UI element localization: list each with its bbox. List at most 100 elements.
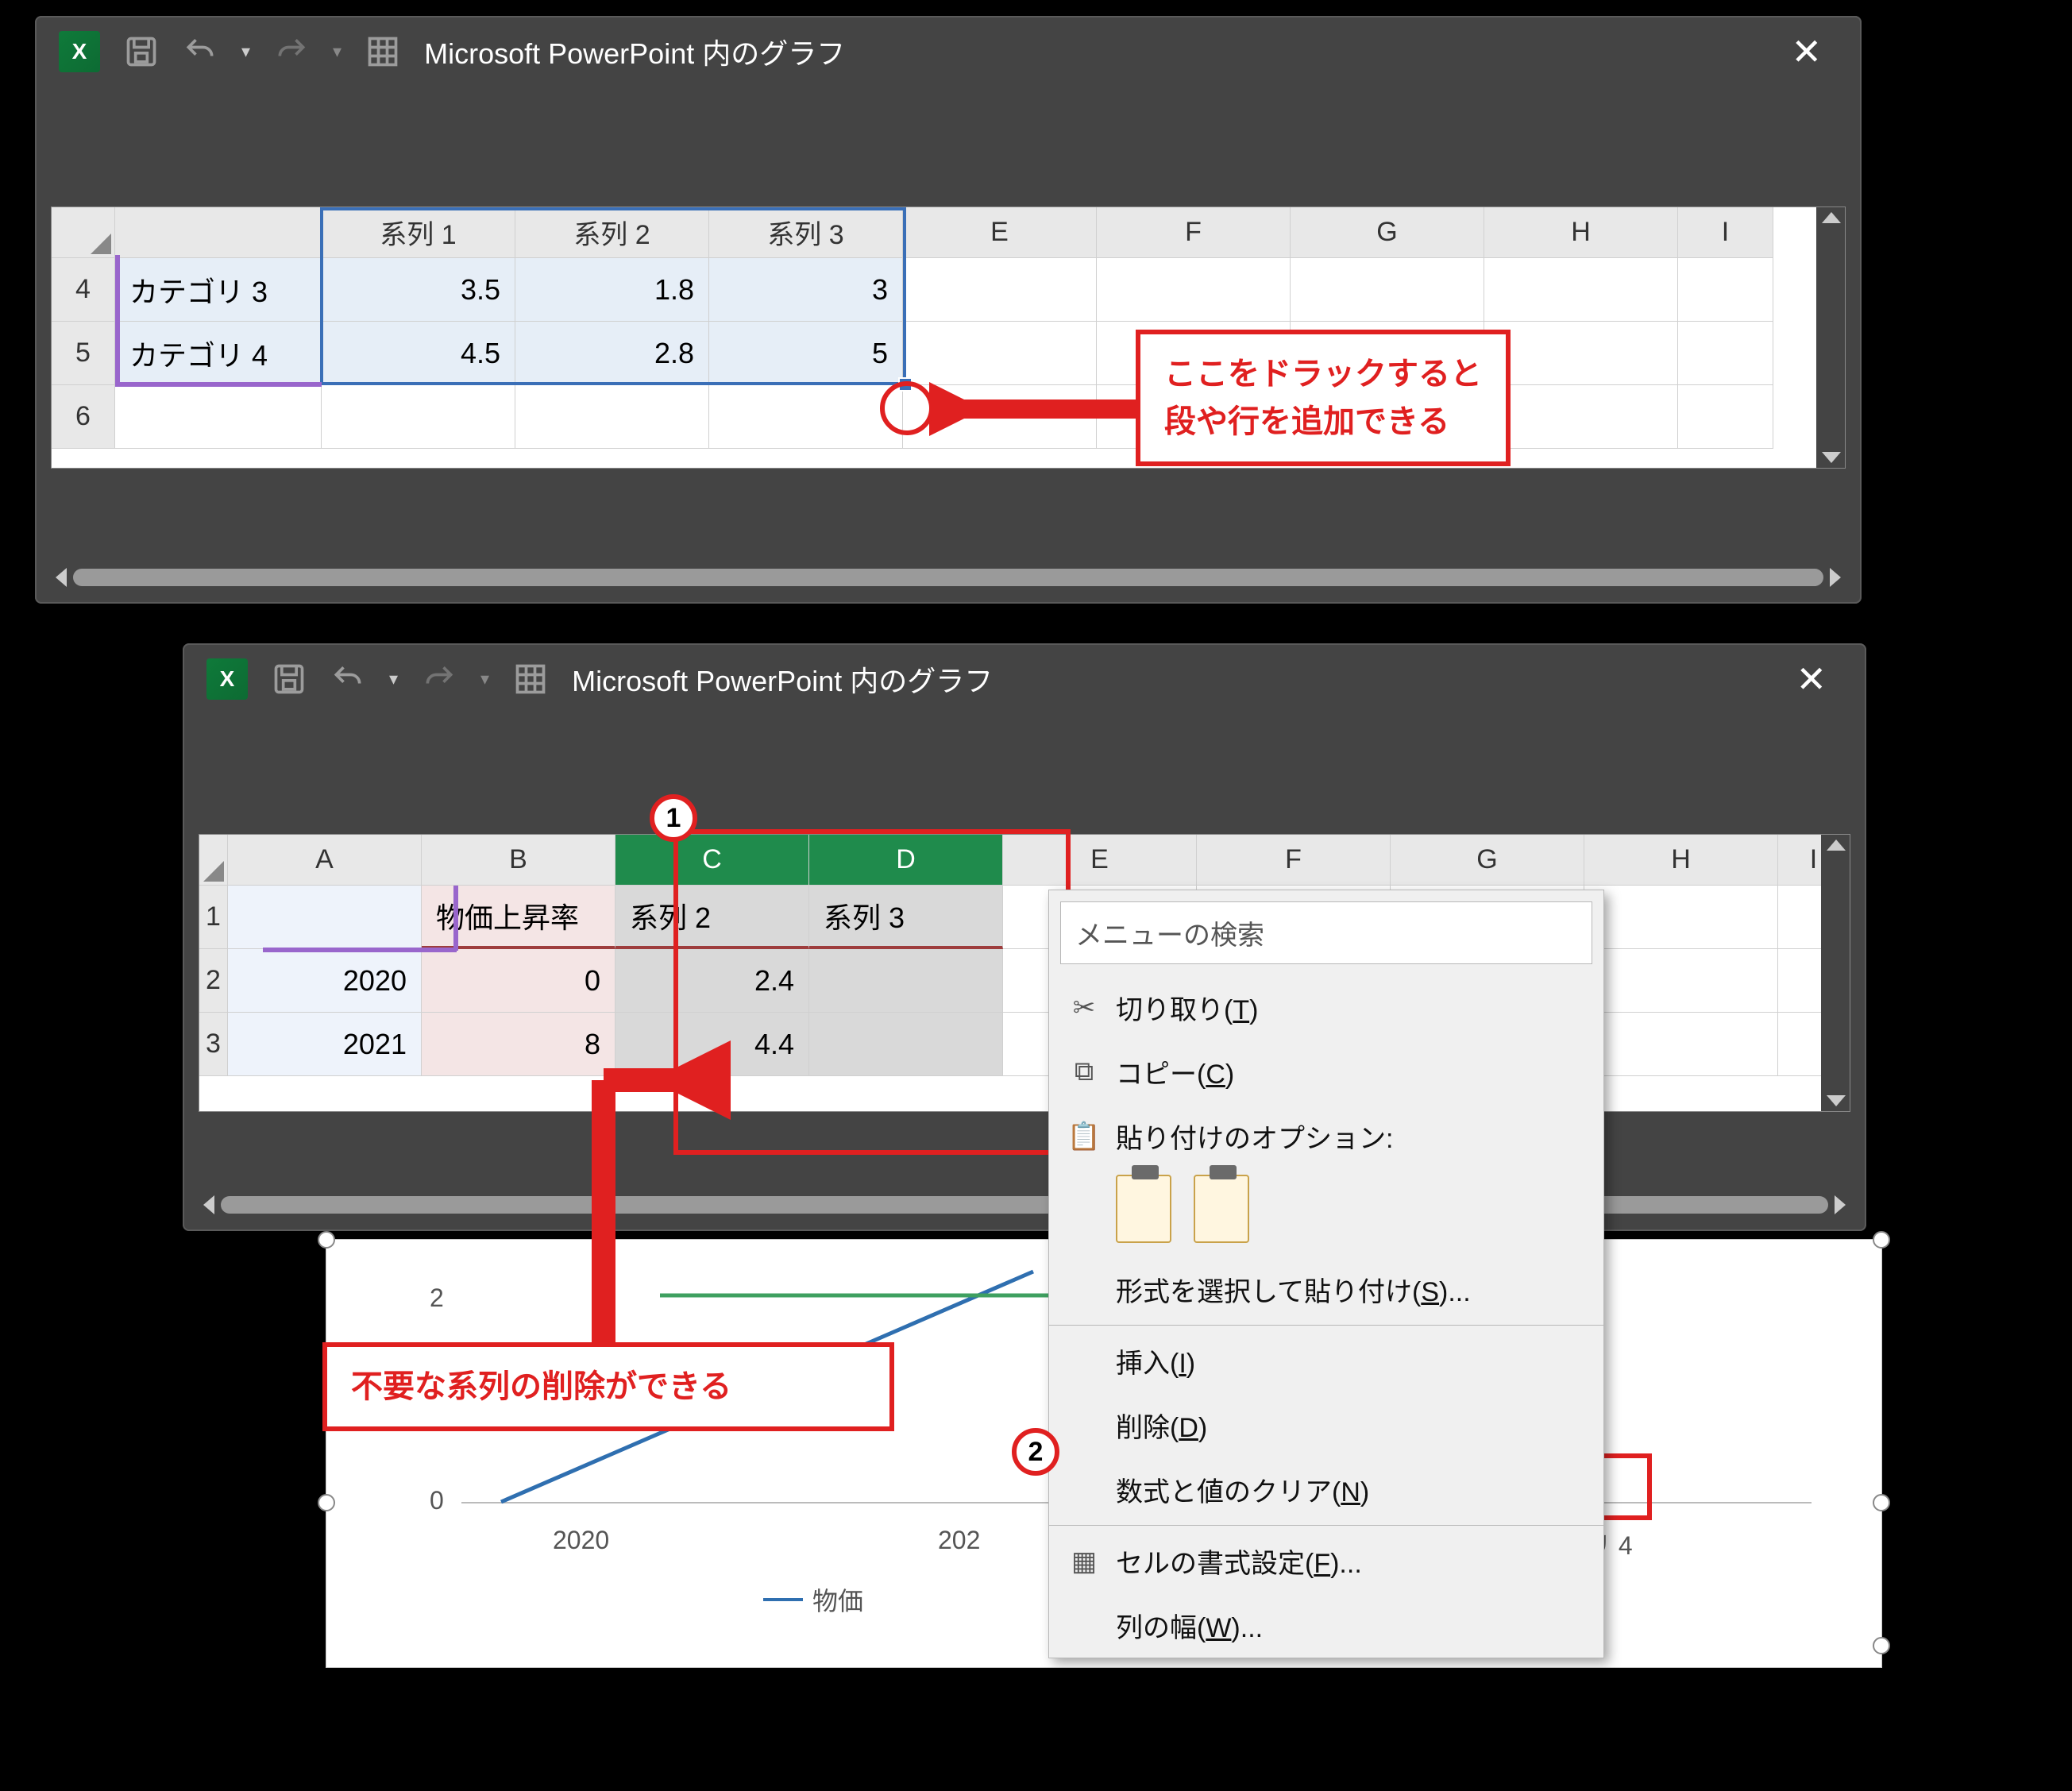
cell[interactable] (1584, 949, 1778, 1013)
redo-icon[interactable] (422, 662, 457, 697)
scroll-up-icon[interactable] (1827, 840, 1846, 851)
scroll-up-icon[interactable] (1822, 212, 1841, 223)
callout-line: 段や行を追加できる (1164, 404, 1449, 439)
save-icon[interactable] (124, 34, 159, 69)
cell-category[interactable]: カテゴリ 3 (115, 258, 322, 322)
window-title: Microsoft PowerPoint 内のグラフ (424, 31, 845, 72)
cell[interactable] (1097, 258, 1291, 322)
cell[interactable]: 物価上昇率 (422, 886, 615, 949)
cell-category[interactable]: カテゴリ 4 (115, 322, 322, 385)
column-header[interactable]: F (1197, 835, 1391, 886)
close-button[interactable]: ✕ (1780, 658, 1842, 701)
vertical-scrollbar[interactable] (1816, 207, 1846, 468)
annotation-rect-columns (673, 829, 1071, 1155)
column-header[interactable]: H (1484, 207, 1678, 258)
row-header[interactable]: 1 (199, 886, 228, 949)
column-header[interactable]: G (1391, 835, 1584, 886)
data-sheet-icon[interactable] (365, 34, 400, 69)
cell[interactable] (228, 886, 422, 949)
column-header[interactable]: F (1097, 207, 1291, 258)
cell[interactable] (1484, 385, 1678, 449)
cell[interactable] (903, 322, 1097, 385)
paste-option-icon[interactable] (1116, 1175, 1171, 1243)
undo-icon[interactable] (330, 662, 365, 697)
menu-item-cut[interactable]: ✂ 切り取り(T) (1049, 975, 1603, 1040)
menu-item-insert[interactable]: 挿入(I) (1049, 1329, 1603, 1393)
cell[interactable] (115, 385, 322, 449)
cell[interactable] (1484, 322, 1678, 385)
paste-option-icon[interactable] (1194, 1175, 1249, 1243)
scroll-left-icon[interactable] (203, 1195, 214, 1214)
column-header[interactable]: G (1291, 207, 1484, 258)
row-header[interactable]: 3 (199, 1013, 228, 1076)
cell[interactable]: 3.5 (322, 258, 515, 322)
cell[interactable]: 1.8 (515, 258, 709, 322)
select-all-corner[interactable] (199, 835, 228, 886)
chart-handle[interactable] (1873, 1231, 1890, 1249)
cell[interactable] (903, 258, 1097, 322)
column-header[interactable]: I (1678, 207, 1773, 258)
cell[interactable] (1584, 1013, 1778, 1076)
scrollbar-thumb[interactable] (73, 569, 1823, 586)
cell[interactable]: 3 (709, 258, 903, 322)
row-header[interactable]: 5 (52, 322, 115, 385)
save-icon[interactable] (272, 662, 307, 697)
scroll-right-icon[interactable] (1830, 568, 1841, 587)
undo-icon[interactable] (183, 34, 218, 69)
purple-marker (115, 255, 120, 385)
row-header[interactable]: 2 (199, 949, 228, 1013)
undo-dropdown-icon[interactable]: ▾ (241, 41, 250, 62)
cell[interactable] (1678, 322, 1773, 385)
select-all-corner[interactable] (52, 207, 115, 258)
menu-item-paste-special[interactable]: 形式を選択して貼り付け(S)... (1049, 1257, 1603, 1322)
redo-dropdown-icon[interactable]: ▾ (480, 669, 489, 689)
chart-handle[interactable] (318, 1494, 335, 1511)
column-header[interactable]: 系列 3 (709, 207, 903, 258)
cell[interactable] (322, 385, 515, 449)
vertical-scrollbar[interactable] (1821, 835, 1850, 1111)
chart-handle[interactable] (1873, 1637, 1890, 1654)
menu-search-input[interactable]: メニューの検索 (1060, 901, 1592, 964)
row-header[interactable]: 6 (52, 385, 115, 449)
menu-item-copy[interactable]: ⧉ コピー(C) (1049, 1040, 1603, 1104)
redo-icon[interactable] (274, 34, 309, 69)
data-sheet-icon[interactable] (513, 662, 548, 697)
menu-item-delete[interactable]: 削除(D) (1049, 1393, 1603, 1457)
redo-dropdown-icon[interactable]: ▾ (333, 41, 341, 62)
horizontal-scrollbar[interactable] (51, 562, 1846, 592)
cell[interactable]: 5 (709, 322, 903, 385)
column-header[interactable]: 系列 2 (515, 207, 709, 258)
column-header[interactable]: 系列 1 (322, 207, 515, 258)
row-header[interactable]: 4 (52, 258, 115, 322)
legend-entry: 物価 (763, 1581, 863, 1618)
cell[interactable] (1291, 258, 1484, 322)
chart-handle[interactable] (318, 1231, 335, 1249)
column-header[interactable]: E (903, 207, 1097, 258)
column-header[interactable]: B (422, 835, 615, 886)
cell[interactable]: 0 (422, 949, 615, 1013)
chart-handle[interactable] (1873, 1494, 1890, 1511)
scroll-right-icon[interactable] (1835, 1195, 1846, 1214)
cell[interactable]: 2.8 (515, 322, 709, 385)
cell[interactable] (709, 385, 903, 449)
cell[interactable] (515, 385, 709, 449)
menu-item-format-cells[interactable]: ▦ セルの書式設定(F)... (1049, 1529, 1603, 1593)
column-header[interactable]: A (228, 835, 422, 886)
menu-item-column-width[interactable]: 列の幅(W)... (1049, 1593, 1603, 1658)
undo-dropdown-icon[interactable]: ▾ (389, 669, 398, 689)
column-header[interactable] (115, 207, 322, 258)
cell[interactable]: 4.5 (322, 322, 515, 385)
table-row: 4 カテゴリ 3 3.5 1.8 3 (52, 258, 1845, 322)
cell[interactable] (1678, 385, 1773, 449)
cell[interactable] (1484, 258, 1678, 322)
menu-item-clear[interactable]: 数式と値のクリア(N) (1049, 1457, 1603, 1522)
cell[interactable] (1678, 258, 1773, 322)
scroll-down-icon[interactable] (1827, 1095, 1846, 1106)
cell[interactable] (1584, 886, 1778, 949)
cell[interactable]: 2020 (228, 949, 422, 1013)
scroll-left-icon[interactable] (56, 568, 67, 587)
cell[interactable]: 2021 (228, 1013, 422, 1076)
scroll-down-icon[interactable] (1822, 452, 1841, 463)
column-header[interactable]: H (1584, 835, 1778, 886)
close-button[interactable]: ✕ (1775, 30, 1838, 73)
